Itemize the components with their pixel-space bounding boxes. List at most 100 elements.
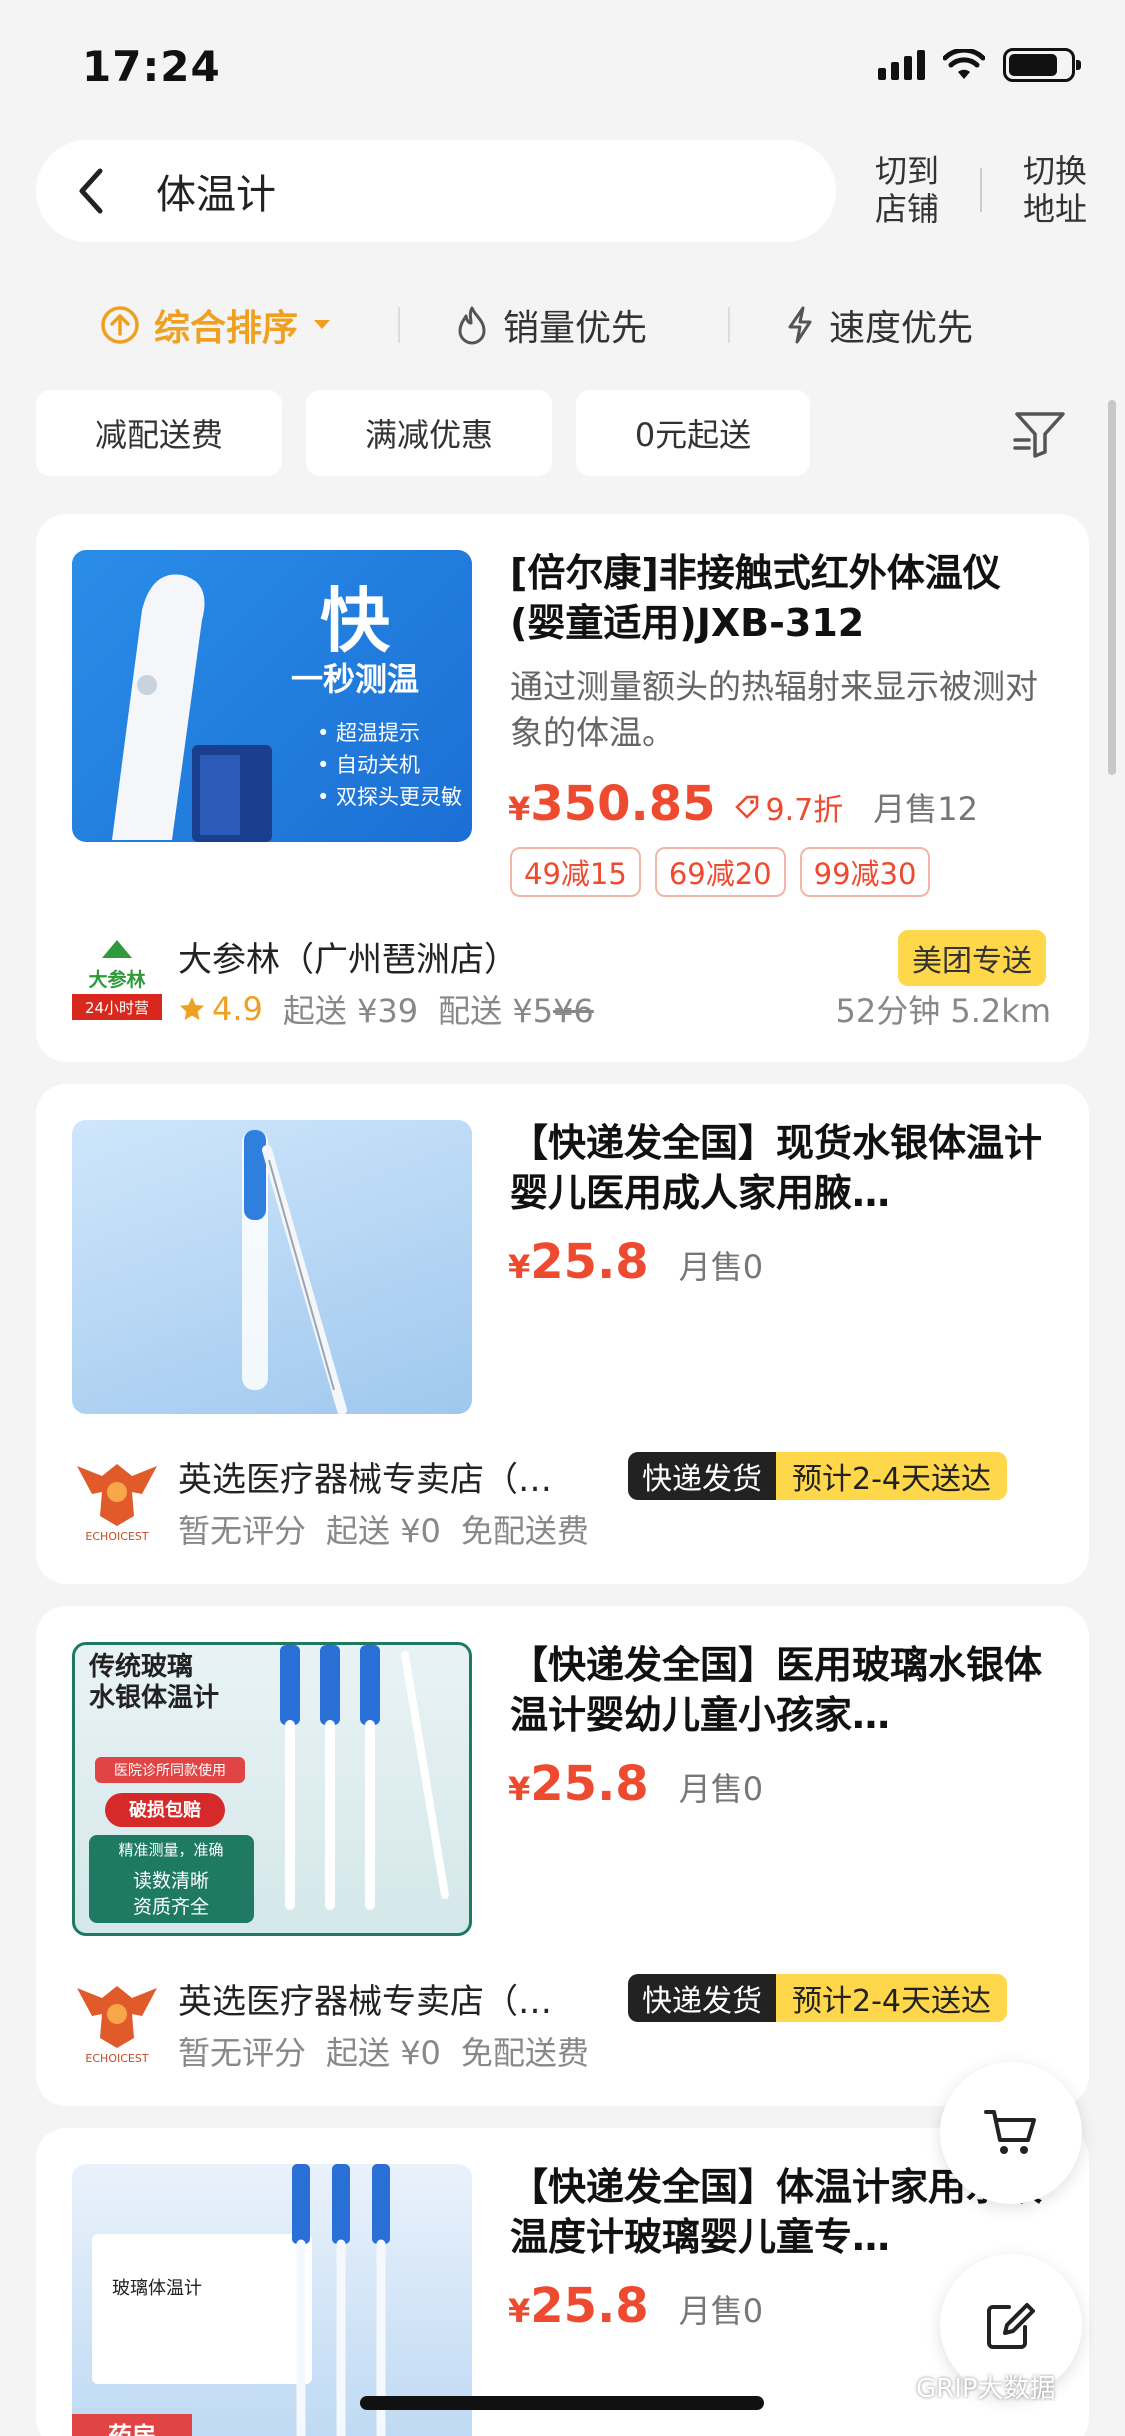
price: ¥25.8 [508, 1234, 649, 1290]
tag-icon [734, 795, 758, 819]
price: ¥25.8 [508, 2278, 649, 2334]
status-bar: 17:24 [0, 0, 1125, 130]
shop-name[interactable]: 英选医疗器械专卖店（… [178, 1974, 598, 2023]
delivery-badge: 美团专送 [898, 930, 1046, 986]
price-row: ¥25.8 月售0 [508, 1756, 763, 1812]
status-time: 17:24 [82, 42, 221, 91]
shop-logo[interactable]: 大参林 24小时营 [72, 934, 162, 1024]
sort-divider [398, 307, 400, 343]
back-button[interactable] [46, 140, 136, 242]
status-icons [878, 48, 1081, 82]
shop-rating: 4.9 [178, 990, 263, 1028]
switch-store-button[interactable]: 切到 店铺 [867, 152, 947, 228]
star-icon [180, 997, 204, 1020]
delivery-fee: 配送 ¥5¥6 [438, 992, 594, 1030]
monthly-sales: 月售0 [678, 2292, 764, 2330]
image-box-label: 玻璃体温计 [112, 2278, 202, 2299]
price-row: ¥350.85 9.7折 月售12 [508, 776, 978, 832]
image-line: 资质齐全 [133, 1896, 209, 1918]
original-delivery-fee: ¥6 [553, 992, 594, 1030]
shop-logo-text: ECHOICEST [85, 2052, 148, 2065]
search-bar[interactable]: 体温计 [36, 140, 836, 242]
monthly-sales: 月售0 [678, 1770, 764, 1808]
image-subline: 一秒测温 [291, 660, 419, 698]
coupon-badge: 49减15 [510, 847, 641, 897]
shop-logo-text: ECHOICEST [85, 1530, 148, 1543]
sort-comprehensive[interactable]: 综合排序 [100, 285, 332, 365]
express-label: 快递发货 [628, 1452, 776, 1500]
product-description: 通过测量额头的热辐射来显示被测对象的体温。 [510, 667, 1038, 752]
cart-button[interactable] [940, 2062, 1082, 2204]
search-query[interactable]: 体温计 [156, 162, 276, 220]
product-image[interactable]: 传统玻璃水银体温计 医院诊所同款使用 破损包赔 精准测量，准确 读数清晰 资质齐… [72, 1642, 472, 1936]
product-title[interactable]: [倍尔康]非接触式红外体温仪 (婴童适用)JXB-312 [510, 548, 1050, 648]
battery-icon [1003, 48, 1081, 82]
image-bullet: • 双探头更灵敏 [317, 785, 462, 809]
cart-icon [984, 2110, 1036, 2154]
header-divider [980, 168, 982, 212]
home-indicator [360, 2396, 764, 2410]
sort-bar: 综合排序 销量优先 速度优先 [0, 285, 1125, 365]
sort-speed-label: 速度优先 [829, 308, 974, 349]
image-bullet: • 超温提示 [317, 721, 420, 745]
shop-meta: 暂无评分 起送 ¥0 免配送费 [178, 1506, 589, 1552]
filter-chip-zero-min[interactable]: 0元起送 [576, 390, 810, 476]
scrollbar[interactable] [1108, 400, 1116, 775]
express-eta: 预计2-4天送达 [776, 1452, 1007, 1500]
shop-rating: 暂无评分 [178, 1512, 307, 1550]
shop-meta: 暂无评分 起送 ¥0 免配送费 [178, 2028, 589, 2074]
product-card[interactable]: 快 一秒测温 • 超温提示 • 自动关机 • 双探头更灵敏 [倍尔康]非接触式红… [36, 514, 1089, 1062]
sort-divider [728, 307, 730, 343]
product-card[interactable]: 【快递发全国】现货水银体温计婴儿医用成人家用腋… ¥25.8 月售0 ECHOI… [36, 1084, 1089, 1584]
filter-chip-delivery-fee[interactable]: 减配送费 [36, 390, 282, 476]
wifi-icon [943, 49, 985, 79]
price: ¥350.85 [508, 776, 716, 832]
edit-icon [987, 2303, 1035, 2349]
glass-thermometer-image: 传统玻璃水银体温计 医院诊所同款使用 破损包赔 精准测量，准确 读数清晰 资质齐… [88, 1645, 449, 1923]
delivery-time-distance: 52分钟 5.2km [835, 992, 1052, 1030]
product-card[interactable]: 传统玻璃水银体温计 医院诊所同款使用 破损包赔 精准测量，准确 读数清晰 资质齐… [36, 1606, 1089, 2106]
express-badge: 快递发货 预计2-4天送达 [628, 1974, 1007, 2022]
product-image[interactable]: 快 一秒测温 • 超温提示 • 自动关机 • 双探头更灵敏 [72, 550, 472, 842]
shop-name[interactable]: 英选医疗器械专卖店（… [178, 1452, 598, 1501]
image-title-line: 传统玻璃水银体温计 [88, 1651, 219, 1713]
delivery-fee: 免配送费 [460, 2034, 589, 2072]
filter-icon [1013, 412, 1065, 458]
signal-icon [878, 50, 925, 80]
sort-comprehensive-label: 综合排序 [154, 308, 299, 349]
sort-sales[interactable]: 销量优先 [455, 285, 647, 365]
filter-chip-discount[interactable]: 满减优惠 [306, 390, 552, 476]
thermometer-gun-image: 快 一秒测温 • 超温提示 • 自动关机 • 双探头更灵敏 [112, 574, 462, 842]
product-title[interactable]: 【快递发全国】现货水银体温计婴儿医用成人家用腋… [510, 1118, 1050, 1218]
filter-button[interactable] [1010, 405, 1070, 465]
flame-icon [458, 306, 486, 345]
product-image[interactable] [72, 1120, 472, 1414]
sort-speed[interactable]: 速度优先 [785, 285, 973, 365]
monthly-sales: 月售12 [873, 790, 978, 828]
switch-address-button[interactable]: 切换 地址 [1015, 152, 1095, 228]
shop-logo[interactable]: ECHOICEST [72, 1454, 162, 1544]
price-row: ¥25.8 月售0 [508, 1234, 763, 1290]
shop-logo-subtext: 24小时营 [85, 999, 149, 1017]
image-headline: 快 [320, 580, 391, 662]
express-badge: 快递发货 预计2-4天送达 [628, 1452, 1007, 1500]
coupon-row: 49减15 69减20 99减30 [510, 847, 931, 897]
express-eta: 预计2-4天送达 [776, 1974, 1007, 2022]
image-line: 精准测量，准确 [118, 1841, 223, 1859]
monthly-sales: 月售0 [678, 1248, 764, 1286]
lightning-icon [788, 306, 812, 344]
sort-sales-label: 销量优先 [503, 308, 648, 349]
arrow-up-circle-icon [101, 306, 139, 344]
image-bullet: • 自动关机 [317, 753, 420, 777]
min-order: 起送 ¥0 [326, 2034, 441, 2072]
price-row: ¥25.8 月售0 [508, 2278, 763, 2334]
image-banner: 药房 [108, 2422, 156, 2436]
image-tag: 医院诊所同款使用 [114, 1762, 226, 1779]
express-label: 快递发货 [628, 1974, 776, 2022]
shop-name[interactable]: 大参林（广州琶洲店） [178, 932, 878, 981]
image-button: 破损包赔 [129, 1799, 201, 1821]
chevron-left-icon [79, 168, 103, 214]
product-title[interactable]: 【快递发全国】医用玻璃水银体温计婴幼儿童小孩家… [510, 1640, 1050, 1740]
price: ¥25.8 [508, 1756, 649, 1812]
shop-logo[interactable]: ECHOICEST [72, 1976, 162, 2066]
